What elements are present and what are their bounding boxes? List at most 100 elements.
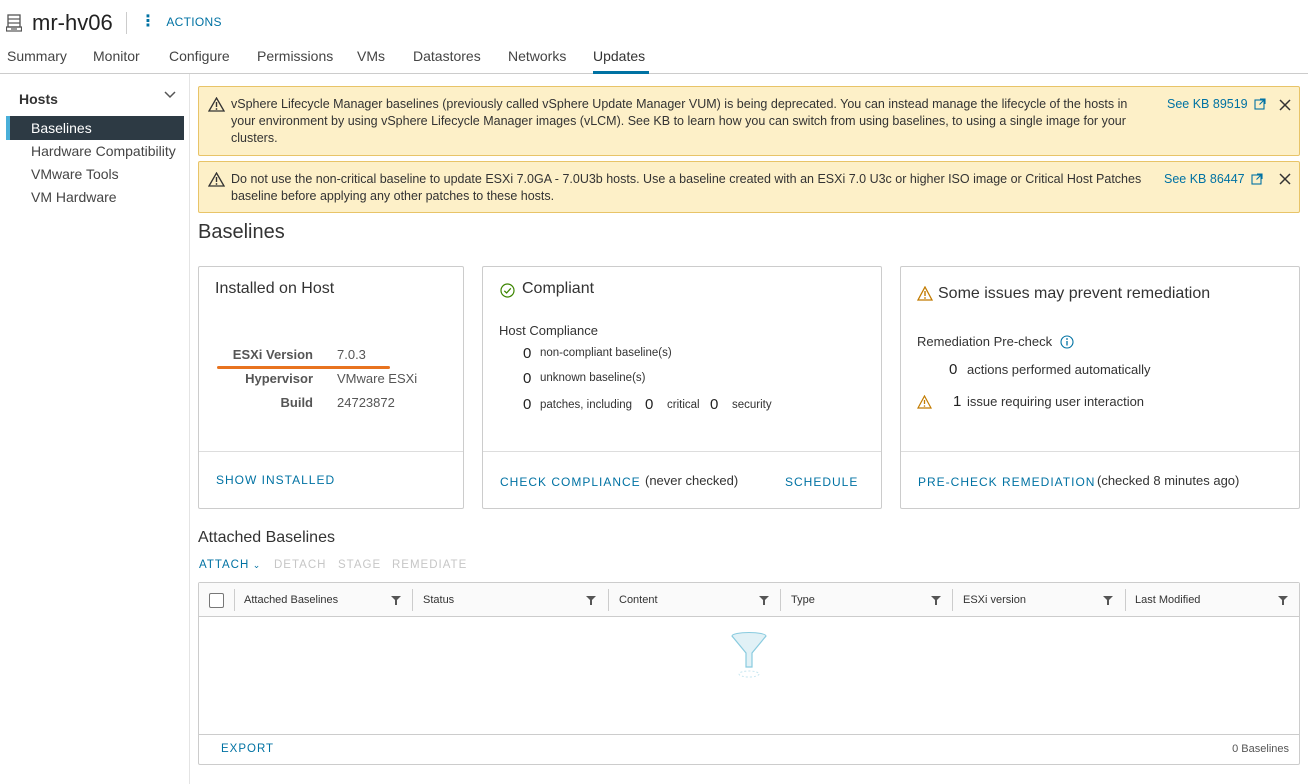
close-icon[interactable] bbox=[1278, 98, 1292, 112]
build-value: 24723872 bbox=[337, 395, 395, 410]
sidebar-item-hardware-compatibility[interactable]: Hardware Compatibility bbox=[6, 139, 184, 163]
column-header-last-modified[interactable]: Last Modified bbox=[1135, 583, 1200, 617]
column-divider bbox=[608, 589, 609, 611]
check-compliance-button[interactable]: CHECK COMPLIANCE bbox=[500, 475, 641, 489]
kb-link-label: See KB 89519 bbox=[1167, 97, 1248, 111]
column-divider bbox=[1125, 589, 1126, 611]
unknown-label: unknown baseline(s) bbox=[540, 372, 646, 384]
filter-icon[interactable] bbox=[1278, 595, 1288, 605]
precheck-remediation-button[interactable]: PRE-CHECK REMEDIATION bbox=[918, 475, 1095, 489]
column-header-type[interactable]: Type bbox=[791, 583, 815, 617]
remediation-card: Some issues may prevent remediation Reme… bbox=[900, 266, 1300, 509]
security-count: 0 bbox=[710, 396, 719, 413]
sidebar-section-hosts[interactable]: Hosts bbox=[19, 91, 58, 107]
kb-link[interactable]: See KB 89519 bbox=[1167, 97, 1266, 111]
actions-menu-button[interactable]: ⋮ ACTIONS bbox=[140, 14, 222, 30]
warning-icon bbox=[917, 286, 933, 301]
tab-bar: Summary Monitor Configure Permissions VM… bbox=[0, 44, 1308, 74]
card-footer: CHECK COMPLIANCE (never checked) SCHEDUL… bbox=[483, 451, 881, 508]
column-divider bbox=[780, 589, 781, 611]
alert-text-line: your environment by using vSphere Lifecy… bbox=[231, 114, 1126, 128]
filter-icon[interactable] bbox=[759, 595, 769, 605]
kebab-icon: ⋮ bbox=[140, 13, 157, 30]
select-all-checkbox[interactable] bbox=[209, 593, 224, 608]
noncompliant-label: non-compliant baseline(s) bbox=[540, 347, 672, 359]
host-icon bbox=[6, 14, 22, 32]
tab-networks[interactable]: Networks bbox=[508, 48, 566, 74]
filter-icon[interactable] bbox=[391, 595, 401, 605]
installed-on-host-card: Installed on Host ESXi Version 7.0.3 Hyp… bbox=[198, 266, 464, 509]
esxi-version-value: 7.0.3 bbox=[337, 347, 366, 362]
auto-actions-count: 0 bbox=[949, 361, 958, 378]
card-footer: SHOW INSTALLED bbox=[199, 451, 463, 508]
critical-label: critical bbox=[667, 399, 700, 411]
column-divider bbox=[952, 589, 953, 611]
page-host-title: mr-hv06 bbox=[32, 10, 113, 35]
compliance-card: Compliant Host Compliance 0 non-complian… bbox=[482, 266, 882, 509]
schedule-button[interactable]: SCHEDULE bbox=[785, 475, 858, 489]
build-label: Build bbox=[280, 395, 314, 410]
stage-button[interactable]: STAGE bbox=[338, 559, 381, 571]
filter-icon[interactable] bbox=[1103, 595, 1113, 605]
tab-vms[interactable]: VMs bbox=[357, 48, 385, 74]
card-title: Compliant bbox=[522, 280, 595, 297]
hypervisor-value: VMware ESXi bbox=[337, 371, 418, 386]
hypervisor-label: Hypervisor bbox=[245, 371, 313, 386]
attached-baselines-grid: Attached Baselines Status Content Type E… bbox=[198, 582, 1300, 765]
remediate-button[interactable]: REMEDIATE bbox=[392, 559, 467, 571]
tab-datastores[interactable]: Datastores bbox=[413, 48, 481, 74]
column-header-status[interactable]: Status bbox=[423, 583, 454, 617]
attached-baselines-title: Attached Baselines bbox=[198, 529, 335, 546]
filter-icon[interactable] bbox=[931, 595, 941, 605]
column-header-content[interactable]: Content bbox=[619, 583, 658, 617]
column-header-esxi-version[interactable]: ESXi version bbox=[963, 583, 1026, 617]
column-divider bbox=[234, 589, 235, 611]
tab-updates[interactable]: Updates bbox=[593, 48, 649, 74]
patches-count: 0 bbox=[523, 396, 532, 413]
kb-link-label: See KB 86447 bbox=[1164, 172, 1245, 186]
security-label: security bbox=[732, 399, 772, 411]
export-button[interactable]: EXPORT bbox=[221, 743, 274, 755]
warning-icon bbox=[208, 97, 225, 112]
tab-permissions[interactable]: Permissions bbox=[257, 48, 333, 74]
external-link-icon bbox=[1254, 98, 1266, 110]
card-title: Some issues may prevent remediation bbox=[938, 285, 1211, 302]
kb-link[interactable]: See KB 86447 bbox=[1164, 172, 1263, 186]
baseline-count: 0 Baselines bbox=[1232, 743, 1289, 755]
alert-text-line: baseline before applying any other patch… bbox=[231, 189, 555, 203]
external-link-icon bbox=[1251, 173, 1263, 185]
warning-icon bbox=[917, 395, 932, 409]
precheck-status: (checked 8 minutes ago) bbox=[1097, 473, 1240, 488]
attach-button[interactable]: ATTACH ⌄ bbox=[199, 559, 261, 571]
sidebar-item-vm-hardware[interactable]: VM Hardware bbox=[6, 185, 184, 209]
empty-filter-icon bbox=[731, 632, 767, 678]
info-icon[interactable] bbox=[1060, 335, 1074, 349]
auto-actions-label: actions performed automatically bbox=[967, 362, 1151, 377]
show-installed-button[interactable]: SHOW INSTALLED bbox=[216, 473, 335, 487]
tab-monitor[interactable]: Monitor bbox=[93, 48, 140, 74]
compliance-status: (never checked) bbox=[645, 473, 739, 488]
tab-summary[interactable]: Summary bbox=[7, 48, 67, 74]
close-icon[interactable] bbox=[1278, 172, 1292, 186]
alert-text-line: clusters. bbox=[231, 131, 278, 145]
sidebar-item-baselines[interactable]: Baselines bbox=[6, 116, 184, 140]
card-title: Installed on Host bbox=[215, 280, 335, 297]
column-divider bbox=[412, 589, 413, 611]
tab-configure[interactable]: Configure bbox=[169, 48, 230, 74]
host-compliance-label: Host Compliance bbox=[499, 323, 598, 338]
alert-text-line: Do not use the non-critical baseline to … bbox=[231, 172, 1142, 186]
sidebar-item-vmware-tools[interactable]: VMware Tools bbox=[6, 162, 184, 186]
chevron-down-icon[interactable] bbox=[163, 88, 177, 102]
patches-label: patches, including bbox=[540, 399, 633, 411]
deprecation-alert: vSphere Lifecycle Manager baselines (pre… bbox=[198, 86, 1300, 156]
column-header-attached-baselines[interactable]: Attached Baselines bbox=[244, 583, 338, 617]
detach-button[interactable]: DETACH bbox=[274, 559, 326, 571]
noncompliant-count: 0 bbox=[523, 345, 532, 362]
warning-icon bbox=[208, 172, 225, 187]
patch-warning-alert: Do not use the non-critical baseline to … bbox=[198, 161, 1300, 213]
header-divider bbox=[126, 12, 127, 34]
card-footer: PRE-CHECK REMEDIATION (checked 8 minutes… bbox=[901, 451, 1299, 508]
esxi-version-label: ESXi Version bbox=[232, 347, 313, 362]
filter-icon[interactable] bbox=[586, 595, 596, 605]
remediation-precheck-label: Remediation Pre-check bbox=[917, 334, 1053, 349]
